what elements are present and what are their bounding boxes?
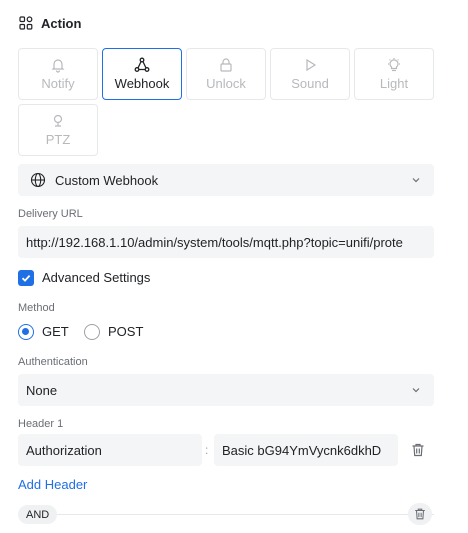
method-get-label: GET	[42, 324, 69, 339]
authentication-select[interactable]: None	[18, 374, 434, 406]
action-tile-light[interactable]: Light	[354, 48, 434, 100]
lock-icon	[220, 58, 232, 72]
action-tile-webhook[interactable]: Webhook	[102, 48, 182, 100]
delete-condition-button[interactable]	[408, 503, 432, 525]
play-icon	[306, 58, 317, 72]
header-key-input[interactable]: Authorization	[18, 434, 202, 466]
webhook-type-select[interactable]: Custom Webhook	[18, 164, 434, 196]
lightbulb-icon	[388, 58, 400, 72]
trash-icon[interactable]	[410, 442, 426, 458]
trash-icon	[415, 508, 425, 520]
chevron-down-icon	[412, 388, 420, 393]
method-post-radio[interactable]	[84, 324, 100, 340]
authentication-label: Authentication	[18, 356, 88, 368]
action-header: Action	[19, 14, 81, 32]
delivery-url-input[interactable]: http://192.168.1.10/admin/system/tools/m…	[18, 226, 434, 258]
grid-icon	[19, 16, 33, 30]
section-title: Action	[41, 15, 82, 31]
tile-label: Unlock	[206, 76, 246, 91]
action-tile-notify[interactable]: Notify	[18, 48, 98, 100]
header-separator: :	[205, 443, 209, 457]
method-post-label: POST	[108, 324, 144, 339]
chevron-down-icon	[412, 178, 420, 183]
tile-label: Sound	[291, 76, 329, 91]
advanced-settings-checkbox[interactable]	[18, 270, 34, 286]
header-value-input[interactable]: Basic bG94YmVycnk6dkhD	[214, 434, 398, 466]
method-get-radio[interactable]	[18, 324, 34, 340]
checkmark-icon	[21, 274, 31, 282]
globe-icon	[30, 172, 46, 188]
ptz-camera-icon	[53, 114, 63, 127]
add-header-link[interactable]: Add Header	[18, 477, 87, 492]
method-label: Method	[18, 302, 55, 314]
header-1-label: Header 1	[18, 418, 64, 430]
tile-label: Webhook	[114, 76, 170, 91]
authentication-value: None	[26, 382, 58, 398]
delivery-url-label: Delivery URL	[18, 208, 83, 220]
tile-label: Notify	[41, 76, 75, 91]
action-tile-unlock[interactable]: Unlock	[186, 48, 266, 100]
bell-icon	[51, 59, 65, 73]
condition-divider	[18, 514, 434, 515]
webhook-icon	[134, 57, 150, 72]
tile-label: Light	[379, 76, 409, 91]
advanced-settings-label: Advanced Settings	[42, 270, 151, 285]
action-tile-ptz[interactable]: PTZ	[18, 104, 98, 156]
webhook-type-value: Custom Webhook	[55, 172, 159, 188]
action-tile-sound[interactable]: Sound	[270, 48, 350, 100]
and-condition-badge[interactable]: AND	[18, 505, 58, 524]
tile-label: PTZ	[45, 132, 71, 147]
